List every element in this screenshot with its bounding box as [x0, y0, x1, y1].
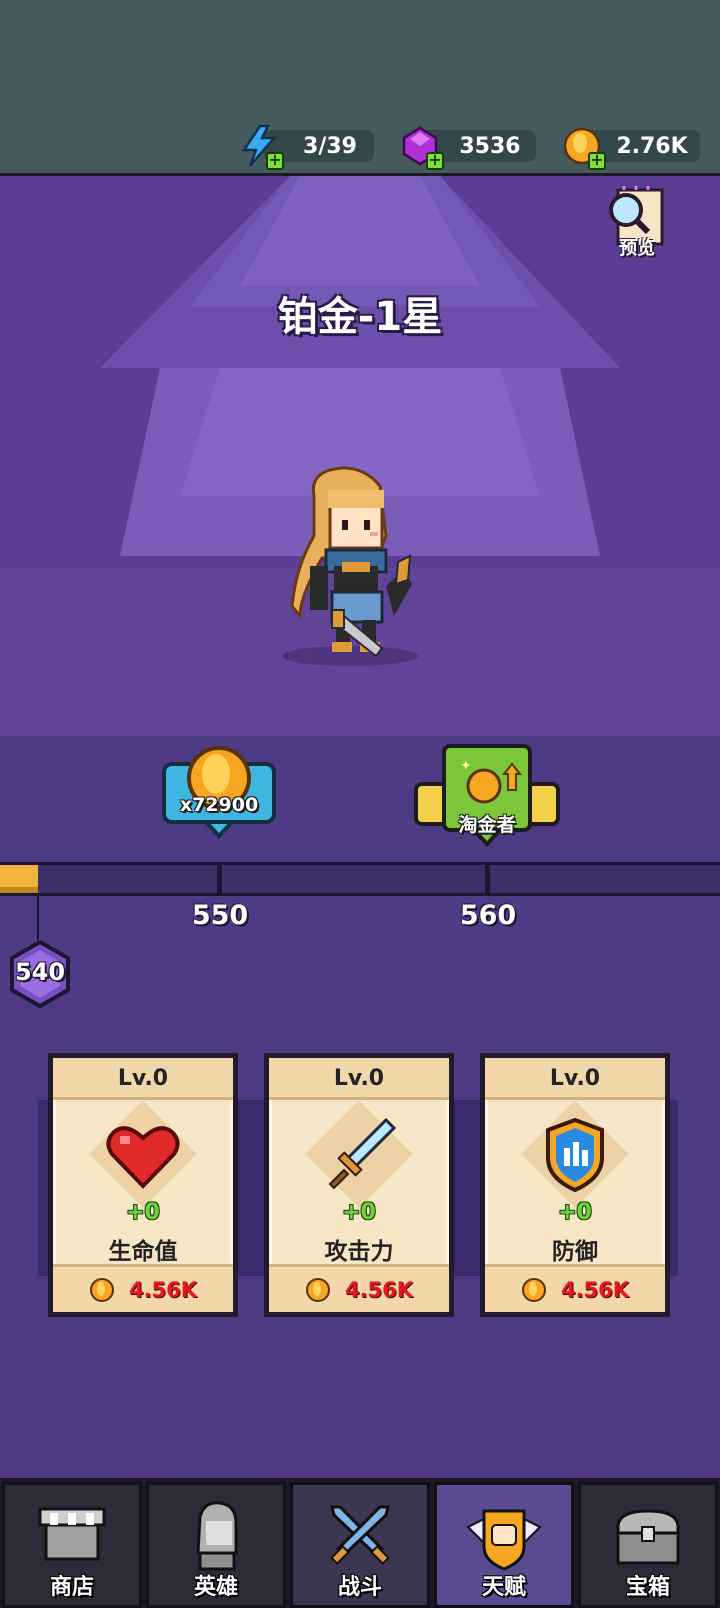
- card-bonus: +0: [342, 1200, 376, 1225]
- gem-value: 3536: [459, 133, 521, 159]
- shield-icon: [546, 1117, 604, 1193]
- upgrade-card-defense[interactable]: Lv.0 +0 防御 4.56K: [480, 1053, 670, 1317]
- gold-coin-icon: [89, 1277, 114, 1302]
- nav-shop[interactable]: 商店: [2, 1482, 142, 1608]
- top-bar: 3/39 + 3536 + 2.76K +: [0, 0, 720, 176]
- gold-coin-icon[interactable]: +: [560, 124, 606, 170]
- nav-battle-label: 战斗: [337, 1575, 382, 1600]
- nav-battle[interactable]: 战斗: [290, 1482, 430, 1608]
- current-level-value: 540: [14, 958, 66, 986]
- add-gem-icon[interactable]: +: [426, 152, 444, 170]
- heart-icon: [106, 1126, 180, 1189]
- card-level: Lv.0: [485, 1058, 665, 1100]
- gold-coin-icon: [521, 1277, 546, 1302]
- nav-chest[interactable]: 宝箱: [578, 1482, 718, 1608]
- gem-icon[interactable]: +: [398, 124, 444, 170]
- card-level: Lv.0: [53, 1058, 233, 1100]
- card-stat-name: 生命值: [108, 1239, 178, 1265]
- card-level: Lv.0: [269, 1058, 449, 1100]
- card-bonus: +0: [126, 1200, 160, 1225]
- reward-gold-digger-label: 淘金者: [458, 814, 516, 836]
- nav-shop-label: 商店: [49, 1575, 94, 1600]
- add-energy-icon[interactable]: +: [266, 152, 284, 170]
- milestone-label-560: 560: [459, 900, 517, 931]
- card-cost-value: 4.56K: [128, 1277, 198, 1302]
- hero-character[interactable]: [270, 466, 430, 666]
- card-cost-button[interactable]: 4.56K: [53, 1264, 233, 1312]
- preview-label: 预览: [619, 238, 655, 259]
- gold-coin-icon: [305, 1277, 330, 1302]
- milestone-tick: [485, 862, 490, 896]
- card-cost-button[interactable]: 4.56K: [269, 1264, 449, 1312]
- card-bonus: +0: [558, 1200, 592, 1225]
- current-level-badge: 540: [6, 939, 74, 1009]
- sword-icon: [328, 1117, 397, 1190]
- upgrade-card-hp[interactable]: Lv.0 +0 生命值 4.56K: [48, 1053, 238, 1317]
- energy-value: 3/39: [303, 133, 357, 159]
- add-gold-icon[interactable]: +: [588, 152, 606, 170]
- reward-gold-label: x72900: [179, 794, 259, 816]
- nav-hero-label: 英雄: [193, 1575, 238, 1600]
- milestone-tick: [217, 862, 222, 896]
- level-progress-track: [0, 862, 720, 896]
- preview-button[interactable]: 预览: [604, 186, 670, 262]
- milestone-label-550: 550: [191, 900, 249, 931]
- level-progress-fill: [0, 865, 39, 893]
- lightning-icon[interactable]: +: [238, 124, 284, 170]
- rank-title: 铂金-1星: [277, 294, 443, 340]
- card-cost-value: 4.56K: [560, 1277, 630, 1302]
- card-stat-name: 防御: [552, 1239, 598, 1265]
- upgrade-card-attack[interactable]: Lv.0 +0 攻击力 4.56K: [264, 1053, 454, 1317]
- card-stat-name: 攻击力: [324, 1239, 394, 1265]
- reward-gold[interactable]: x72900: [160, 744, 278, 848]
- card-cost-value: 4.56K: [344, 1277, 414, 1302]
- card-cost-button[interactable]: 4.56K: [485, 1264, 665, 1312]
- nav-talent-label: 天赋: [481, 1575, 526, 1600]
- nav-hero[interactable]: 英雄: [146, 1482, 286, 1608]
- nav-chest-label: 宝箱: [625, 1575, 670, 1600]
- level-pointer-line: [37, 896, 39, 940]
- nav-talent[interactable]: 天赋: [434, 1482, 574, 1608]
- reward-gold-digger[interactable]: ✦ 淘金者: [412, 744, 562, 848]
- hero-stage: 铂金-1星 预览: [0, 176, 720, 736]
- bottom-nav: 商店 英雄 战斗 天赋 宝箱: [0, 1478, 720, 1608]
- svg-text:✦: ✦: [460, 758, 472, 774]
- gold-value: 2.76K: [616, 133, 688, 159]
